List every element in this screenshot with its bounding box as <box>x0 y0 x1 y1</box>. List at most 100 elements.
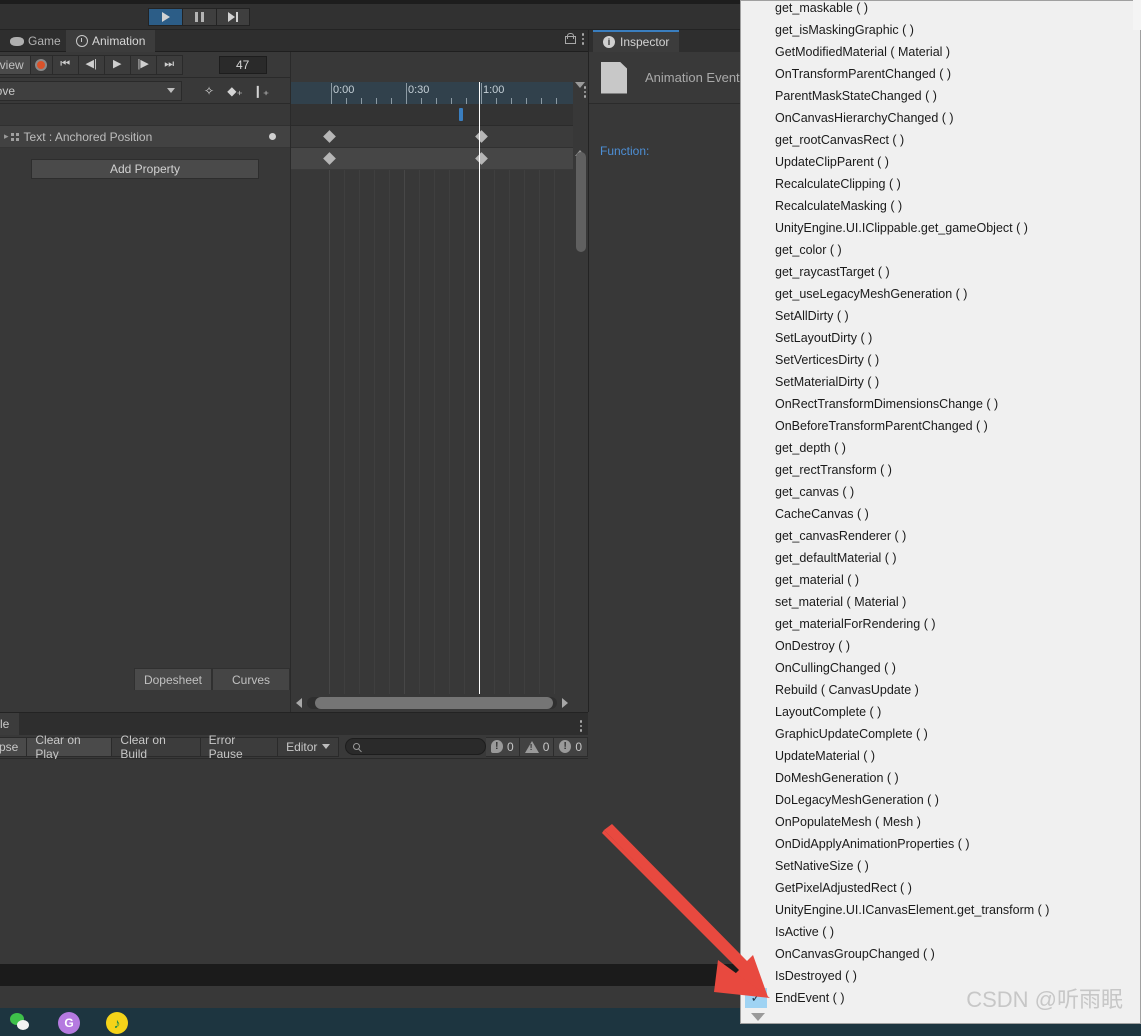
expand-arrow-icon[interactable]: ▸ <box>4 131 9 142</box>
collapse-button[interactable]: llapse <box>0 736 28 757</box>
timeline-horizontal-scrollbar[interactable] <box>291 694 573 712</box>
horizontal-scroll-thumb[interactable] <box>315 697 553 709</box>
dropdown-item[interactable]: LayoutComplete ( ) <box>741 701 1140 723</box>
prev-keyframe-button[interactable]: ◀| <box>78 54 105 75</box>
dropdown-item[interactable]: OnCullingChanged ( ) <box>741 657 1140 679</box>
error-pause-button[interactable]: Error Pause <box>200 733 279 761</box>
keyframe-diamond[interactable] <box>475 130 488 143</box>
step-button[interactable] <box>216 8 250 26</box>
add-property-button[interactable]: Add Property <box>31 159 259 179</box>
dropdown-item[interactable]: RecalculateClipping ( ) <box>741 173 1140 195</box>
clip-dropdown[interactable]: love <box>0 80 182 101</box>
add-keyframe-button[interactable]: ✧ <box>196 80 222 102</box>
dropdown-item[interactable]: RecalculateMasking ( ) <box>741 195 1140 217</box>
add-event-button[interactable]: ❙₊ <box>248 80 274 102</box>
preview-button[interactable]: review <box>0 54 31 75</box>
scroll-right-icon[interactable] <box>562 698 568 708</box>
dropdown-item[interactable]: get_canvas ( ) <box>741 481 1140 503</box>
clear-on-build-button[interactable]: Clear on Build <box>112 733 201 761</box>
console-options-icon[interactable] <box>579 720 582 732</box>
scroll-down-icon[interactable] <box>751 1013 765 1021</box>
scroll-down-icon[interactable] <box>575 82 585 88</box>
add-keyframe-plus-button[interactable]: ◆₊ <box>222 80 248 102</box>
dropdown-item[interactable]: SetLayoutDirty ( ) <box>741 327 1140 349</box>
dropdown-item[interactable]: set_material ( Material ) <box>741 591 1140 613</box>
play-button[interactable] <box>148 8 182 26</box>
keyframe-diamond[interactable] <box>323 130 336 143</box>
dropdown-item[interactable]: get_materialForRendering ( ) <box>741 613 1140 635</box>
time-ruler[interactable]: 0:00 0:30 1:00 <box>291 82 573 104</box>
warning-counter[interactable]: 0 <box>519 736 554 757</box>
timeline-vertical-scrollbar[interactable] <box>574 126 588 726</box>
playhead-line[interactable] <box>479 82 480 736</box>
dropdown-item[interactable]: CacheCanvas ( ) <box>741 503 1140 525</box>
dropdown-item[interactable]: DoLegacyMeshGeneration ( ) <box>741 789 1140 811</box>
dropdown-item[interactable]: get_color ( ) <box>741 239 1140 261</box>
dropdown-item[interactable]: get_material ( ) <box>741 569 1140 591</box>
dropdown-item[interactable]: ParentMaskStateChanged ( ) <box>741 85 1140 107</box>
dropdown-item[interactable]: SetNativeSize ( ) <box>741 855 1140 877</box>
dropdown-item[interactable]: get_rootCanvasRect ( ) <box>741 129 1140 151</box>
dropdown-item[interactable]: get_defaultMaterial ( ) <box>741 547 1140 569</box>
function-dropdown-menu[interactable]: get_maskable ( ) get_isMaskingGraphic ( )… <box>740 0 1141 1024</box>
g-app-icon[interactable]: G <box>58 1012 80 1034</box>
dropdown-item[interactable]: OnCanvasGroupChanged ( ) <box>741 943 1140 965</box>
horizontal-scroll-track[interactable] <box>307 697 557 709</box>
dropdown-item[interactable]: OnCanvasHierarchyChanged ( ) <box>741 107 1140 129</box>
property-row-anchored-position[interactable]: ▸ Text : Anchored Position <box>0 126 290 148</box>
lock-icon[interactable] <box>564 33 576 45</box>
dropdown-item[interactable]: GetModifiedMaterial ( Material ) <box>741 41 1140 63</box>
keyframe-toggle-icon[interactable] <box>269 133 276 140</box>
error-counter[interactable]: ! 0 <box>485 736 520 757</box>
dropdown-item[interactable]: GetPixelAdjustedRect ( ) <box>741 877 1140 899</box>
dropdown-item[interactable]: Rebuild ( CanvasUpdate ) <box>741 679 1140 701</box>
dropdown-item[interactable]: UpdateMaterial ( ) <box>741 745 1140 767</box>
more-options-icon[interactable] <box>581 33 584 45</box>
keyframe-diamond[interactable] <box>475 152 488 165</box>
play-animation-button[interactable]: ▶ <box>104 54 131 75</box>
console-search-input[interactable] <box>345 738 486 755</box>
tab-inspector[interactable]: i Inspector <box>593 30 680 52</box>
clear-on-play-button[interactable]: Clear on Play <box>27 733 113 761</box>
keyframe-diamond[interactable] <box>323 152 336 165</box>
next-keyframe-button[interactable]: |▶ <box>130 54 157 75</box>
dropdown-item[interactable]: get_raycastTarget ( ) <box>741 261 1140 283</box>
vertical-scroll-thumb[interactable] <box>576 152 586 252</box>
animation-event-marker[interactable] <box>459 108 463 121</box>
dropdown-item[interactable]: OnDestroy ( ) <box>741 635 1140 657</box>
info-counter[interactable]: ! 0 <box>554 736 588 757</box>
dropdown-item[interactable]: get_useLegacyMeshGeneration ( ) <box>741 283 1140 305</box>
event-track-row[interactable] <box>291 104 573 126</box>
dropdown-item[interactable]: OnDidApplyAnimationProperties ( ) <box>741 833 1140 855</box>
dropdown-item[interactable]: GraphicUpdateComplete ( ) <box>741 723 1140 745</box>
wechat-icon[interactable] <box>10 1013 30 1033</box>
record-button[interactable] <box>30 54 53 75</box>
dropdown-item[interactable]: IsActive ( ) <box>741 921 1140 943</box>
dropdown-item[interactable]: OnPopulateMesh ( Mesh ) <box>741 811 1140 833</box>
editor-dropdown-button[interactable]: Editor <box>278 736 340 757</box>
dropdown-item[interactable]: UpdateClipParent ( ) <box>741 151 1140 173</box>
dropdown-item[interactable]: get_isMaskingGraphic ( ) <box>741 19 1140 41</box>
goto-last-keyframe-button[interactable]: ⏭ <box>156 54 183 75</box>
dropdown-item[interactable]: get_maskable ( ) <box>741 1 1140 19</box>
tab-game[interactable]: Game <box>0 30 71 52</box>
scroll-left-icon[interactable] <box>296 698 302 708</box>
dropdown-item[interactable]: UnityEngine.UI.IClippable.get_gameObject… <box>741 217 1140 239</box>
dropdown-item[interactable]: get_depth ( ) <box>741 437 1140 459</box>
dropdown-item[interactable]: UnityEngine.UI.ICanvasElement.get_transf… <box>741 899 1140 921</box>
dropdown-item[interactable]: OnBeforeTransformParentChanged ( ) <box>741 415 1140 437</box>
dropdown-item[interactable]: SetVerticesDirty ( ) <box>741 349 1140 371</box>
dropdown-item[interactable]: get_rectTransform ( ) <box>741 459 1140 481</box>
dropdown-item[interactable]: OnRectTransformDimensionsChange ( ) <box>741 393 1140 415</box>
frame-input[interactable]: 47 <box>218 55 267 74</box>
tab-curves[interactable]: Curves <box>212 668 290 690</box>
pause-button[interactable] <box>182 8 216 26</box>
tab-dopesheet[interactable]: Dopesheet <box>134 668 212 690</box>
goto-first-keyframe-button[interactable]: ⏮ <box>52 54 79 75</box>
qq-music-icon[interactable]: ♪ <box>106 1012 128 1034</box>
dropdown-item[interactable]: OnTransformParentChanged ( ) <box>741 63 1140 85</box>
property-track-row[interactable] <box>291 148 573 170</box>
console-log-list[interactable] <box>0 759 588 965</box>
dropdown-item[interactable]: SetMaterialDirty ( ) <box>741 371 1140 393</box>
tab-animation[interactable]: Animation <box>66 30 156 52</box>
